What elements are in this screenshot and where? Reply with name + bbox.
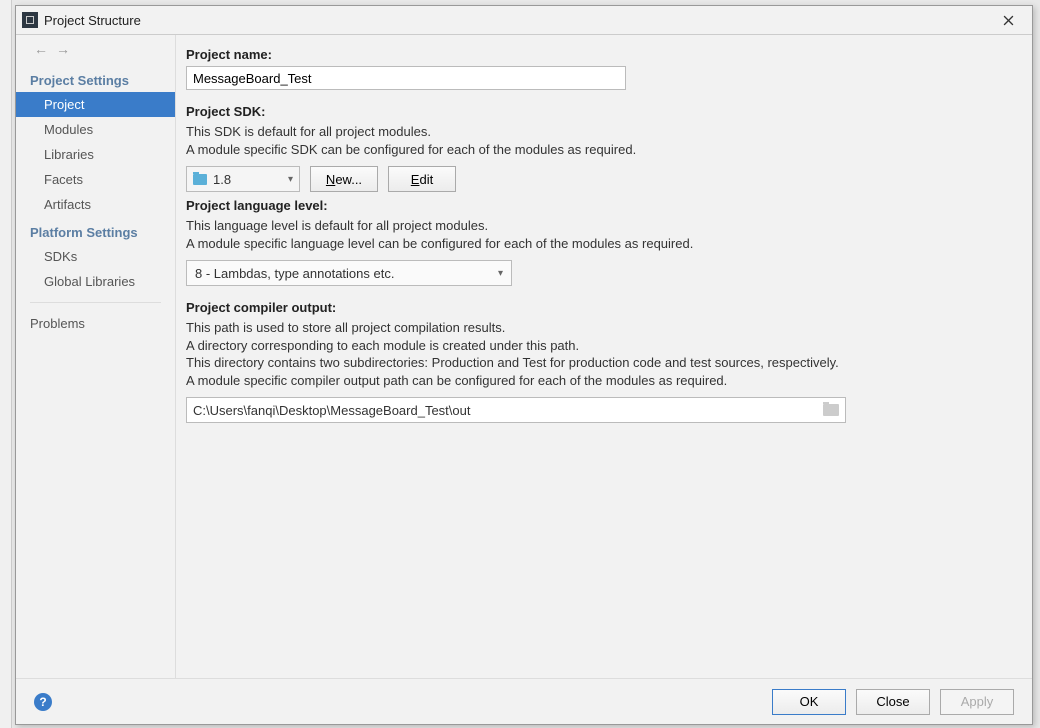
nav-back-icon[interactable]: ← — [34, 41, 48, 57]
window-title: Project Structure — [44, 13, 988, 28]
dialog-footer: ? OK Close Apply — [16, 678, 1032, 724]
out-desc-2: A directory corresponding to each module… — [186, 337, 1010, 355]
sdk-selected-value: 1.8 — [213, 172, 231, 187]
titlebar: Project Structure — [16, 6, 1032, 34]
sidebar-item-problems[interactable]: Problems — [16, 311, 175, 336]
project-sdk-label: Project SDK: — [186, 104, 1010, 119]
sdk-desc-1: This SDK is default for all project modu… — [186, 123, 1010, 141]
sidebar-item-sdks[interactable]: SDKs — [16, 244, 175, 269]
close-icon[interactable] — [988, 6, 1028, 34]
compiler-output-input[interactable]: C:\Users\fanqi\Desktop\MessageBoard_Test… — [186, 397, 846, 423]
compiler-output-value: C:\Users\fanqi\Desktop\MessageBoard_Test… — [193, 403, 470, 418]
sdk-desc-2: A module specific SDK can be configured … — [186, 141, 1010, 159]
compiler-output-label: Project compiler output: — [186, 300, 1010, 315]
lang-desc-2: A module specific language level can be … — [186, 235, 1010, 253]
lang-level-label: Project language level: — [186, 198, 1010, 213]
sidebar-item-project[interactable]: Project — [16, 92, 175, 117]
nav-forward-icon[interactable]: → — [56, 41, 70, 57]
project-name-label: Project name: — [186, 47, 1010, 62]
app-icon — [22, 12, 38, 28]
ok-button[interactable]: OK — [772, 689, 846, 715]
sidebar-item-modules[interactable]: Modules — [16, 117, 175, 142]
chevron-down-icon: ▾ — [498, 268, 503, 279]
folder-icon — [193, 174, 207, 185]
sdk-select[interactable]: 1.8 ▾ — [186, 166, 300, 192]
lang-selected-value: 8 - Lambdas, type annotations etc. — [195, 266, 394, 281]
sidebar-item-facets[interactable]: Facets — [16, 167, 175, 192]
sidebar-section-platform-settings: Platform Settings — [16, 217, 175, 244]
sidebar-divider — [30, 302, 161, 303]
close-button[interactable]: Close — [856, 689, 930, 715]
project-name-input[interactable] — [186, 66, 626, 90]
sidebar-item-artifacts[interactable]: Artifacts — [16, 192, 175, 217]
out-desc-3: This directory contains two subdirectori… — [186, 354, 1010, 372]
sidebar-section-project-settings: Project Settings — [16, 65, 175, 92]
lang-level-select[interactable]: 8 - Lambdas, type annotations etc. ▾ — [186, 260, 512, 286]
nav-arrows: ← → — [16, 41, 175, 65]
background-editor-strip — [0, 0, 12, 728]
out-desc-1: This path is used to store all project c… — [186, 319, 1010, 337]
browse-folder-icon[interactable] — [823, 404, 839, 416]
lang-desc-1: This language level is default for all p… — [186, 217, 1010, 235]
sidebar-item-global-libraries[interactable]: Global Libraries — [16, 269, 175, 294]
project-structure-dialog: Project Structure ← → Project Settings P… — [15, 5, 1033, 725]
sdk-edit-button[interactable]: Edit — [388, 166, 456, 192]
out-desc-4: A module specific compiler output path c… — [186, 372, 1010, 390]
sidebar: ← → Project Settings Project Modules Lib… — [16, 35, 176, 678]
main-panel: Project name: Project SDK: This SDK is d… — [176, 35, 1032, 678]
help-icon[interactable]: ? — [34, 693, 52, 711]
chevron-down-icon: ▾ — [288, 174, 293, 185]
apply-button[interactable]: Apply — [940, 689, 1014, 715]
sidebar-item-libraries[interactable]: Libraries — [16, 142, 175, 167]
sdk-new-button[interactable]: New... — [310, 166, 378, 192]
dialog-body: ← → Project Settings Project Modules Lib… — [16, 34, 1032, 678]
